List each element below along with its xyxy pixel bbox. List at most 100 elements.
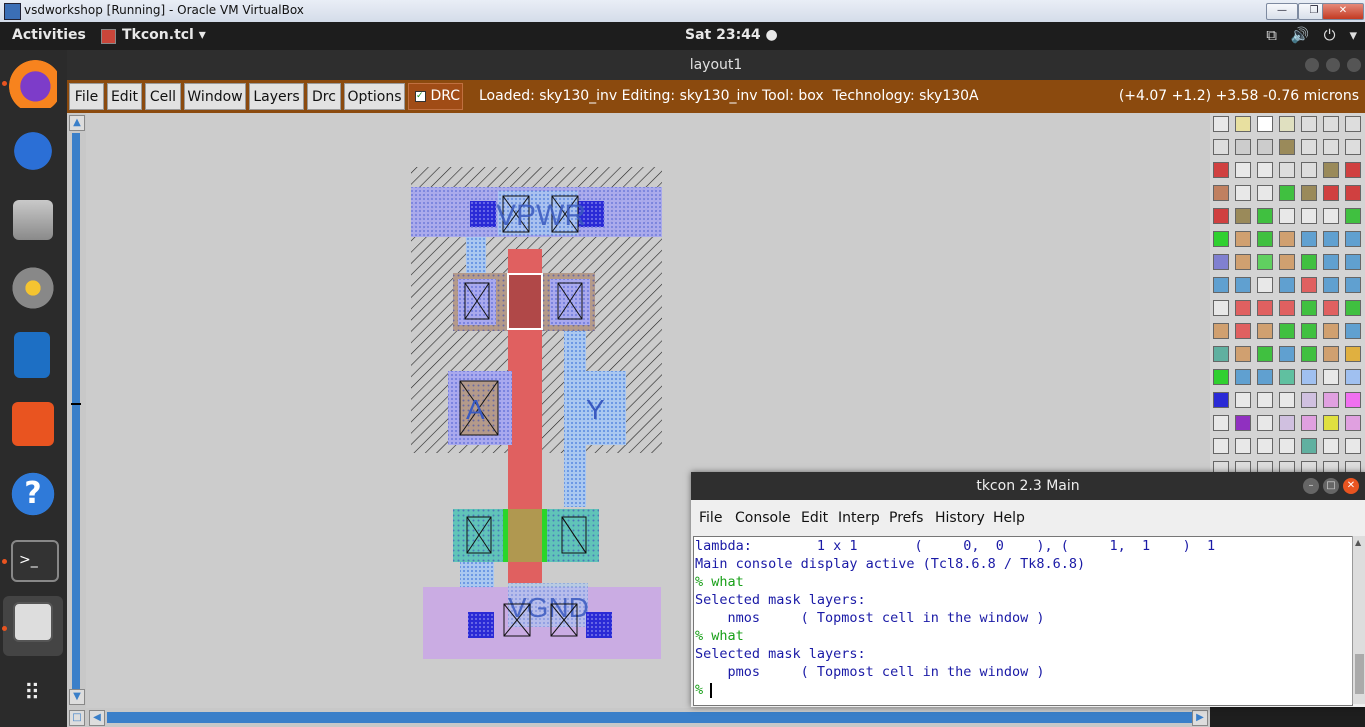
menu-layers[interactable]: Layers [249,83,304,110]
scroll-up-icon[interactable]: ▲ [69,115,85,131]
layer-swatch[interactable] [1279,346,1295,362]
scroll-up-icon[interactable]: ▲ [1355,538,1361,547]
layer-swatch[interactable] [1345,277,1361,293]
layer-swatch[interactable] [1213,139,1229,155]
layer-swatch[interactable] [1345,392,1361,408]
layer-swatch[interactable] [1301,185,1317,201]
thunderbird-icon[interactable] [9,127,57,175]
layer-swatch[interactable] [1257,116,1273,132]
layer-swatch[interactable] [1323,254,1339,270]
menu-cell[interactable]: Cell [145,83,181,110]
layer-swatch[interactable] [1323,162,1339,178]
layer-swatch[interactable] [1345,300,1361,316]
layer-swatch[interactable] [1345,438,1361,454]
tk-menu-file[interactable]: File [699,510,722,526]
layer-swatch[interactable] [1213,185,1229,201]
minimize-button[interactable]: – [1303,478,1319,494]
layer-swatch[interactable] [1235,369,1251,385]
layer-swatch[interactable] [1257,369,1273,385]
layer-swatch[interactable] [1301,208,1317,224]
close-button[interactable]: ✕ [1343,478,1359,494]
vertical-scroll-track[interactable] [72,133,80,698]
layer-swatch[interactable] [1235,300,1251,316]
layer-swatch[interactable] [1323,438,1339,454]
layer-swatch[interactable] [1235,139,1251,155]
layer-swatch[interactable] [1323,369,1339,385]
tk-menu-interp[interactable]: Interp [838,510,880,526]
layer-swatch[interactable] [1257,300,1273,316]
menu-window[interactable]: Window [184,83,246,110]
layer-swatch[interactable] [1235,346,1251,362]
layer-swatch[interactable] [1323,346,1339,362]
tk-menu-edit[interactable]: Edit [801,510,828,526]
layer-swatch[interactable] [1279,277,1295,293]
menu-edit[interactable]: Edit [107,83,142,110]
layer-swatch[interactable] [1213,162,1229,178]
rhythmbox-icon[interactable] [9,264,57,312]
layer-swatch[interactable] [1235,392,1251,408]
layer-swatch[interactable] [1301,300,1317,316]
console-scrollbar[interactable]: ▲ [1352,536,1365,704]
layer-swatch[interactable] [1257,185,1273,201]
maximize-button[interactable]: □ [1323,478,1339,494]
layer-swatch[interactable] [1345,139,1361,155]
layer-swatch[interactable] [1235,231,1251,247]
layer-swatch[interactable] [1323,231,1339,247]
maximize-button[interactable] [1326,58,1340,72]
layer-swatch[interactable] [1257,139,1273,155]
layer-swatch[interactable] [1279,254,1295,270]
layer-swatch[interactable] [1257,277,1273,293]
scroll-left-icon[interactable]: ◀ [89,710,105,726]
layer-swatch[interactable] [1213,277,1229,293]
layer-swatch[interactable] [1257,231,1273,247]
layer-swatch[interactable] [1279,369,1295,385]
layer-swatch[interactable] [1301,116,1317,132]
layer-swatch[interactable] [1345,369,1361,385]
layer-swatch[interactable] [1279,185,1295,201]
zoom-box-icon[interactable]: □ [69,710,85,726]
layer-swatch[interactable] [1323,116,1339,132]
layer-swatch[interactable] [1301,254,1317,270]
layer-swatch[interactable] [1345,162,1361,178]
system-tray[interactable]: ⧉🔊⏻▾ [1266,26,1357,44]
layer-swatch[interactable] [1257,254,1273,270]
menu-file[interactable]: File [69,83,104,110]
layer-swatch[interactable] [1257,438,1273,454]
menu-options[interactable]: Options [344,83,405,110]
layer-swatch[interactable] [1213,392,1229,408]
layer-swatch[interactable] [1235,415,1251,431]
layer-swatch[interactable] [1257,323,1273,339]
layer-swatch[interactable] [1279,415,1295,431]
console-output[interactable]: lambda: 1 x 1 ( 0, 0 ), ( 1, 1 ) 1 Main c… [693,536,1353,706]
layer-swatch[interactable] [1235,323,1251,339]
close-button[interactable] [1347,58,1361,72]
layer-swatch[interactable] [1279,116,1295,132]
vertical-scrollbar[interactable]: ▲ ▼ [67,113,86,708]
layer-swatch[interactable] [1213,346,1229,362]
layer-swatch[interactable] [1235,438,1251,454]
layer-swatch[interactable] [1257,208,1273,224]
layer-swatch[interactable] [1213,116,1229,132]
layer-swatch[interactable] [1235,162,1251,178]
libreoffice-writer-icon[interactable] [14,332,50,378]
console-scroll-thumb[interactable] [1355,654,1364,694]
layer-swatch[interactable] [1235,254,1251,270]
layer-swatch[interactable] [1279,300,1295,316]
layer-swatch[interactable] [1301,139,1317,155]
tk-menu-history[interactable]: History [935,510,985,526]
layer-swatch[interactable] [1279,392,1295,408]
tk-menu-prefs[interactable]: Prefs [889,510,923,526]
layer-swatch[interactable] [1345,415,1361,431]
layer-swatch[interactable] [1235,116,1251,132]
layer-swatch[interactable] [1235,277,1251,293]
clock[interactable]: Sat 23:44 ● [685,27,778,43]
layer-swatch[interactable] [1301,277,1317,293]
layer-swatch[interactable] [1301,323,1317,339]
layer-swatch[interactable] [1323,185,1339,201]
layer-swatch[interactable] [1323,415,1339,431]
layer-swatch[interactable] [1345,208,1361,224]
layer-swatch[interactable] [1323,392,1339,408]
layer-swatch[interactable] [1345,346,1361,362]
layer-swatch[interactable] [1345,116,1361,132]
layer-swatch[interactable] [1323,277,1339,293]
